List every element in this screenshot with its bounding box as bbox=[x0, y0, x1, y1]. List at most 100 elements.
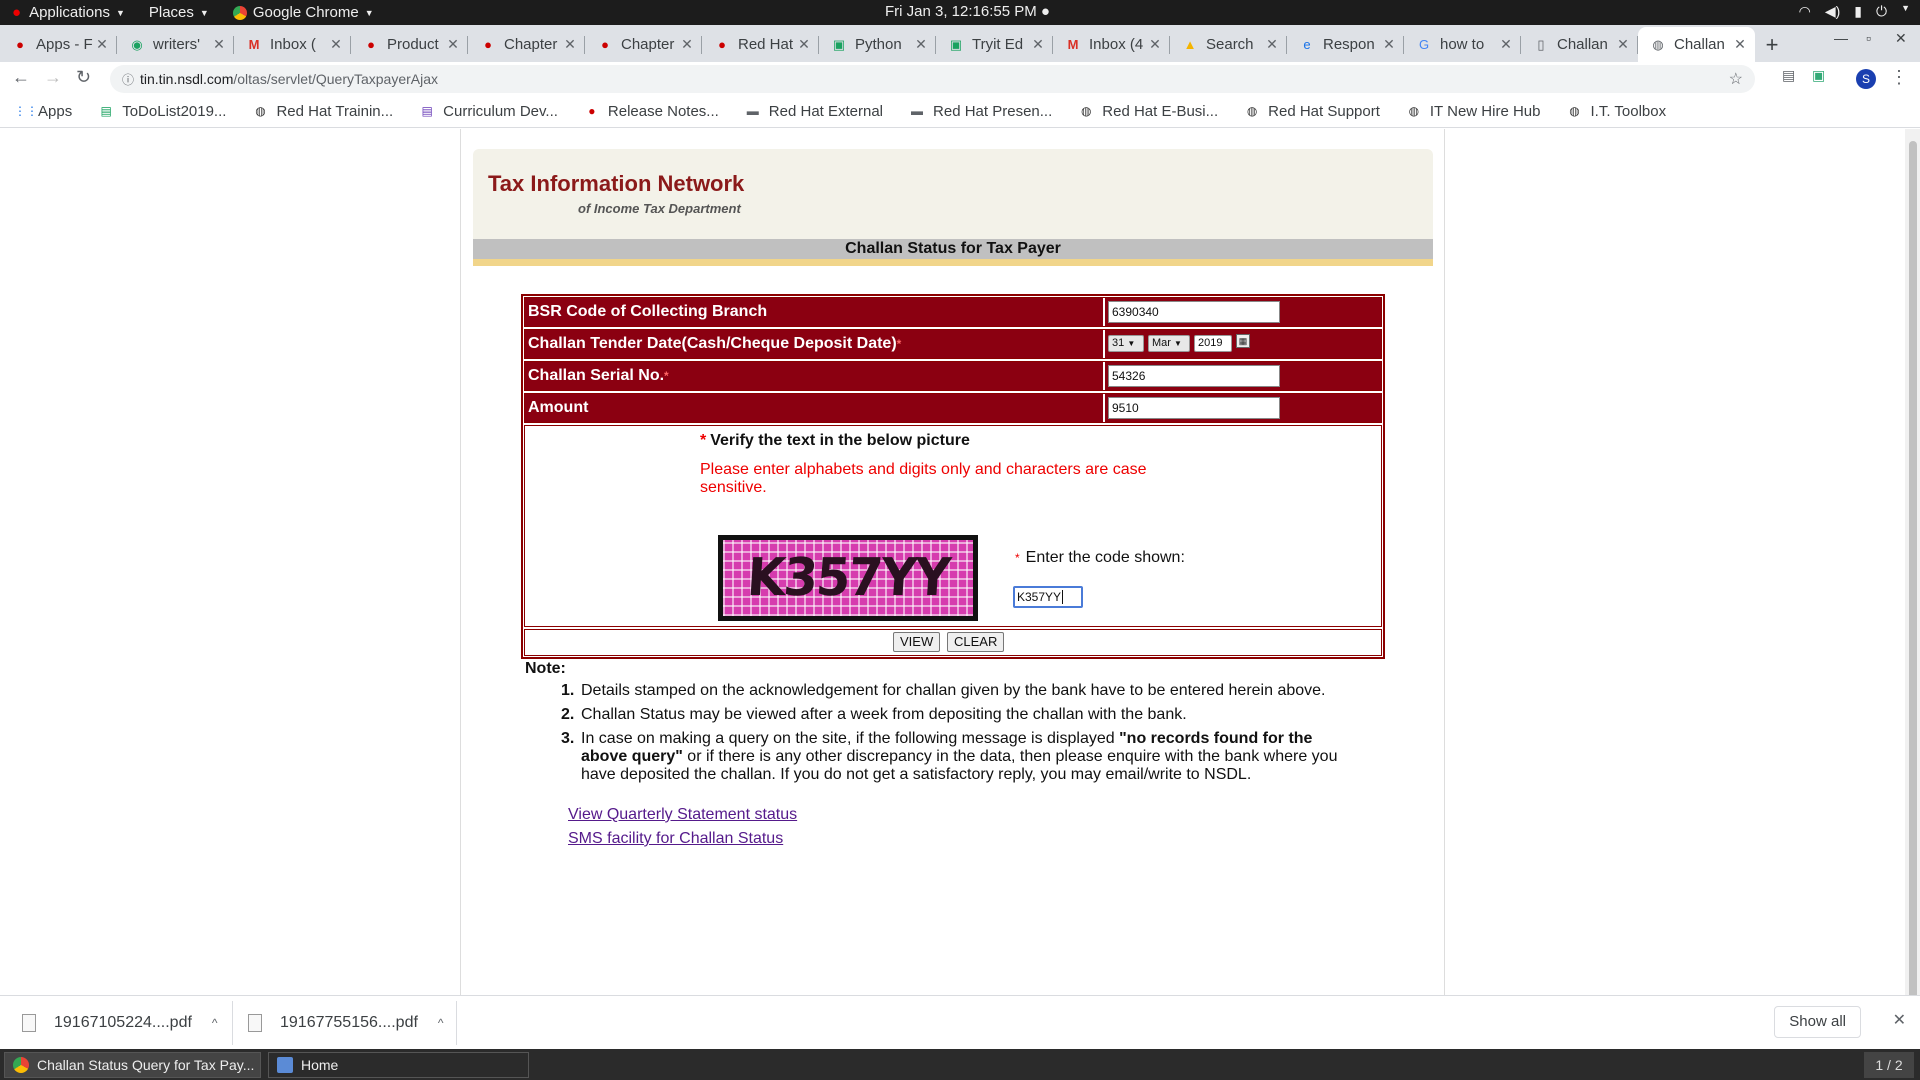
close-tab-icon[interactable]: ✕ bbox=[679, 36, 695, 53]
tab-7[interactable]: ● Red Hat ✕ bbox=[702, 27, 819, 62]
bookmark-4[interactable]: ▤ Curriculum Dev... bbox=[419, 102, 558, 120]
address-bar[interactable]: ⓘ tin.tin.nsdl.com/oltas/servlet/QueryTa… bbox=[110, 65, 1755, 93]
show-all-button[interactable]: Show all bbox=[1774, 1006, 1861, 1038]
bookmark-label: Curriculum Dev... bbox=[443, 102, 558, 120]
close-tab-icon[interactable]: ✕ bbox=[1732, 36, 1748, 53]
tab-14[interactable]: ▯ Challan ✕ bbox=[1521, 27, 1638, 62]
globe-icon: ◍ bbox=[1246, 104, 1258, 118]
applications-menu[interactable]: ● Applications ▼ bbox=[0, 0, 137, 25]
chevron-up-icon[interactable]: ^ bbox=[438, 1016, 444, 1030]
tab-2[interactable]: ◉ writers' ✕ bbox=[117, 27, 234, 62]
extension-icon[interactable]: ▣ bbox=[1812, 67, 1825, 84]
taskbar-window-home[interactable]: Home bbox=[268, 1052, 529, 1078]
month-select[interactable]: Mar ▼ bbox=[1148, 335, 1190, 352]
tab-9[interactable]: ▣ Tryit Ed ✕ bbox=[936, 27, 1053, 62]
browser-app-menu[interactable]: Google Chrome ▼ bbox=[221, 0, 386, 25]
profile-avatar[interactable]: S bbox=[1856, 69, 1876, 89]
redhat-icon: ● bbox=[718, 36, 726, 52]
minimize-icon[interactable]: — bbox=[1834, 30, 1848, 46]
close-tab-icon[interactable]: ✕ bbox=[562, 36, 578, 53]
tab-15[interactable]: ◍ Challan ✕ bbox=[1638, 27, 1755, 62]
bookmark-8[interactable]: ◍ Red Hat E-Busi... bbox=[1078, 103, 1218, 120]
bookmark-2[interactable]: ▤ ToDoList2019... bbox=[98, 102, 227, 120]
tab-1[interactable]: ● Apps - F ✕ bbox=[0, 27, 117, 62]
places-menu[interactable]: Places ▼ bbox=[137, 0, 221, 25]
page-scrollbar[interactable] bbox=[1905, 129, 1920, 1071]
bsr-code-input[interactable]: 6390340 bbox=[1108, 301, 1280, 323]
tab-13[interactable]: Ghow to ✕ bbox=[1404, 27, 1521, 62]
tab-12[interactable]: e Respon ✕ bbox=[1287, 27, 1404, 62]
note-item: 3. In case on making a query on the site,… bbox=[549, 730, 1359, 784]
bookmark-6[interactable]: ▬ Red Hat External bbox=[745, 103, 883, 120]
close-tab-icon[interactable]: ✕ bbox=[1381, 36, 1397, 53]
close-tab-icon[interactable]: ✕ bbox=[1498, 36, 1514, 53]
applications-label: Applications bbox=[29, 4, 110, 21]
serial-number-input[interactable]: 54326 bbox=[1108, 365, 1280, 387]
reload-icon[interactable]: ↻ bbox=[76, 67, 91, 88]
bookmark-7[interactable]: ▬ Red Hat Presen... bbox=[909, 103, 1052, 120]
close-tab-icon[interactable]: ✕ bbox=[94, 36, 110, 53]
bookmark-label: ToDoList2019... bbox=[122, 102, 227, 120]
scrollbar-thumb[interactable] bbox=[1909, 141, 1917, 1071]
close-tab-icon[interactable]: ✕ bbox=[1615, 36, 1631, 53]
view-button[interactable]: VIEW bbox=[893, 632, 941, 652]
extension-icon[interactable]: ▤ bbox=[1782, 67, 1795, 84]
tab-10[interactable]: M Inbox (4 ✕ bbox=[1053, 27, 1170, 62]
clock[interactable]: Fri Jan 3, 12:16:55 PM ● bbox=[885, 3, 1050, 20]
bookmark-label: Red Hat Presen... bbox=[933, 102, 1053, 120]
bookmark-star-icon[interactable]: ☆ bbox=[1729, 69, 1743, 89]
caret-down-icon: ▼ bbox=[199, 7, 209, 18]
back-icon[interactable]: ← bbox=[12, 67, 30, 88]
bookmark-9[interactable]: ◍ Red Hat Support bbox=[1244, 103, 1380, 120]
wifi-icon: ◠ bbox=[1798, 3, 1811, 19]
year-input[interactable]: 2019 bbox=[1194, 335, 1232, 352]
close-tab-icon[interactable]: ✕ bbox=[1030, 36, 1046, 53]
close-tab-icon[interactable]: ✕ bbox=[1147, 36, 1163, 53]
bookmark-5[interactable]: ● Release Notes... bbox=[584, 103, 719, 120]
info-icon[interactable]: ⓘ bbox=[122, 71, 134, 88]
close-tab-icon[interactable]: ✕ bbox=[796, 36, 812, 53]
forward-icon[interactable]: → bbox=[44, 67, 62, 88]
close-tab-icon[interactable]: ✕ bbox=[328, 36, 344, 53]
captcha-image: K357YY bbox=[718, 535, 978, 621]
close-tab-icon[interactable]: ✕ bbox=[1264, 36, 1280, 53]
tab-8[interactable]: ▣ Python ✕ bbox=[819, 27, 936, 62]
date-label: Challan Tender Date(Cash/Cheque Deposit … bbox=[525, 330, 1103, 358]
day-select[interactable]: 31 ▼ bbox=[1108, 335, 1144, 352]
bookmark-1[interactable]: ⋮⋮ Apps bbox=[14, 103, 72, 120]
close-tab-icon[interactable]: ✕ bbox=[445, 36, 461, 53]
close-tab-icon[interactable]: ✕ bbox=[913, 36, 929, 53]
tab-5[interactable]: ● Chapter ✕ bbox=[468, 27, 585, 62]
caret-down-icon: ▼ bbox=[364, 7, 374, 18]
taskbar-window-chrome[interactable]: Challan Status Query for Tax Pay... bbox=[4, 1052, 261, 1078]
tab-3[interactable]: M Inbox (✕ bbox=[234, 27, 351, 62]
day-value: 31 bbox=[1112, 337, 1125, 349]
clear-button[interactable]: CLEAR bbox=[947, 632, 1005, 652]
system-tray[interactable]: ◠ ◀) ▮ ⏻ ▼ bbox=[1799, 3, 1910, 20]
download-filename: 19167755156....pdf bbox=[280, 1014, 418, 1031]
maximize-icon[interactable]: ▫ bbox=[1866, 30, 1871, 46]
kebab-menu-icon[interactable]: ⋮ bbox=[1890, 67, 1908, 88]
tab-11[interactable]: ▲ Search ✕ bbox=[1170, 27, 1287, 62]
quarterly-statement-link[interactable]: View Quarterly Statement status bbox=[568, 806, 797, 824]
chevron-up-icon[interactable]: ^ bbox=[212, 1016, 218, 1030]
navigation-bar: ← → ↻ ⓘ tin.tin.nsdl.com/oltas/servlet/Q… bbox=[0, 62, 1920, 95]
drive-icon: ▲ bbox=[1183, 36, 1197, 52]
amount-input[interactable]: 9510 bbox=[1108, 397, 1280, 419]
download-item[interactable]: 19167755156....pdf ^ bbox=[248, 1004, 444, 1042]
workspace-indicator[interactable]: 1 / 2 bbox=[1864, 1052, 1914, 1078]
download-item[interactable]: 19167105224....pdf ^ bbox=[22, 1004, 218, 1042]
tab-6[interactable]: ● Chapter ✕ bbox=[585, 27, 702, 62]
calendar-icon[interactable]: ▦ bbox=[1236, 334, 1250, 348]
captcha-code-input[interactable]: K357YY bbox=[1013, 586, 1083, 608]
bookmark-3[interactable]: ◍ Red Hat Trainin... bbox=[252, 103, 393, 120]
close-window-icon[interactable]: ✕ bbox=[1895, 30, 1907, 47]
bookmark-10[interactable]: ◍ IT New Hire Hub bbox=[1406, 103, 1541, 120]
bookmark-11[interactable]: ◍ I.T. Toolbox bbox=[1566, 103, 1666, 120]
tab-4[interactable]: ● Product ✕ bbox=[351, 27, 468, 62]
close-tab-icon[interactable]: ✕ bbox=[211, 36, 227, 53]
sms-facility-link[interactable]: SMS facility for Challan Status bbox=[568, 830, 783, 848]
close-icon[interactable]: ✕ bbox=[1893, 1010, 1906, 1030]
new-tab-button[interactable]: + bbox=[1755, 27, 1789, 62]
tab-title: Tryit Ed bbox=[972, 36, 1024, 53]
